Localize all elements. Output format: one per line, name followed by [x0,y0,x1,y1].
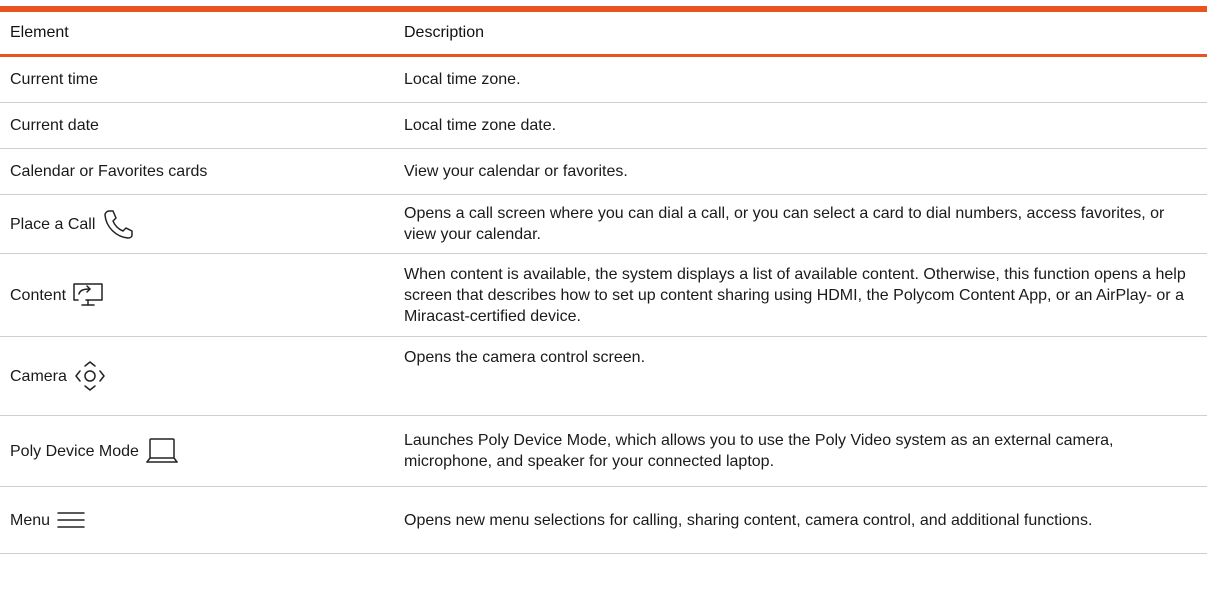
description-cell: Opens a call screen where you can dial a… [394,194,1207,254]
element-cell: Place a Call [0,194,394,254]
table-row: Content When content is available, the s… [0,253,1207,337]
table-row: Current date Local time zone date. [0,102,1207,149]
table-row: Calendar or Favorites cards View your ca… [0,148,1207,195]
description-cell: View your calendar or favorites. [394,148,1207,195]
laptop-icon [145,436,179,466]
camera-control-icon [73,359,107,393]
table-row: Current time Local time zone. [0,55,1207,103]
element-cell: Camera [0,336,394,416]
element-label: Place a Call [10,215,96,233]
element-cell: Menu [0,486,394,554]
header-description: Description [394,12,1207,57]
menu-icon [56,509,86,531]
element-label: Menu [10,511,51,529]
element-cell: Calendar or Favorites cards [0,148,394,195]
header-element: Element [0,12,394,57]
element-cell: Content [0,253,394,337]
description-cell: Local time zone. [394,55,1207,103]
header-row: Element Description [0,12,1207,57]
element-cell: Current date [0,102,394,149]
content-share-icon [72,282,110,308]
description-cell: Launches Poly Device Mode, which allows … [394,415,1207,487]
description-cell: Opens new menu selections for calling, s… [394,486,1207,554]
element-label: Camera [10,367,67,385]
table: Element Description Current time Local t… [0,12,1207,554]
table-row: Menu Opens new menu selections for calli… [0,486,1207,554]
table-row: Camera Opens the camera control screen. [0,336,1207,416]
element-description-table: Element Description Current time Local t… [0,6,1207,554]
element-cell: Poly Device Mode [0,415,394,487]
table-row: Poly Device Mode Launches Poly Device Mo… [0,415,1207,487]
table-row: Place a Call Opens a call screen where y… [0,194,1207,254]
element-label: Calendar or Favorites cards [10,163,208,180]
description-cell: Opens the camera control screen. [394,336,1207,416]
phone-icon [101,207,135,241]
element-label: Current date [10,117,99,134]
element-cell: Current time [0,55,394,103]
description-cell: Local time zone date. [394,102,1207,149]
element-label: Content [10,286,67,304]
description-cell: When content is available, the system di… [394,253,1207,337]
element-label: Current time [10,71,99,88]
element-label: Poly Device Mode [10,442,139,460]
